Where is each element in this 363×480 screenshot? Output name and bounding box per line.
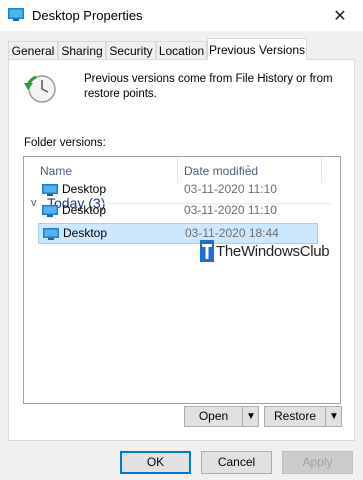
description-text: Previous versions come from File History…	[84, 73, 333, 100]
tab-previous-versions-label: Previous Versions	[208, 43, 306, 57]
button-divider	[242, 407, 243, 426]
cancel-label: Cancel	[217, 455, 256, 469]
desktop-folder-icon	[43, 228, 59, 240]
ok-button[interactable]: OK	[120, 451, 191, 474]
chevron-down-icon: v	[31, 197, 37, 209]
apply-label: Apply	[302, 455, 333, 469]
windowsclub-logo-icon	[200, 240, 214, 262]
row-date: 03-11-2020 11:10	[184, 203, 277, 217]
watermark-text: TheWindowsClub	[216, 242, 330, 260]
folder-versions-label: Folder versions:	[24, 137, 106, 149]
row-date: 03-11-2020 11:10	[184, 182, 277, 196]
apply-button[interactable]: Apply	[282, 451, 353, 474]
desktop-folder-icon	[8, 8, 24, 21]
row-name: Desktop	[62, 182, 107, 196]
dropdown-arrow-icon[interactable]: ▼	[327, 407, 341, 426]
open-button[interactable]: Open ▼	[184, 406, 259, 427]
desktop-folder-icon	[42, 205, 58, 217]
tab-previous-versions[interactable]: Previous Versions	[207, 38, 307, 60]
versions-list[interactable]: Name ⌄ Date modified v Today (3) Desktop…	[23, 156, 341, 404]
open-label: Open	[198, 409, 229, 423]
tab-security[interactable]: Security	[106, 41, 156, 59]
close-button[interactable]: ✕	[317, 0, 363, 31]
restore-button[interactable]: Restore ▼	[264, 406, 342, 427]
dropdown-arrow-icon[interactable]: ▼	[244, 407, 258, 426]
tab-general-label: General	[11, 44, 55, 58]
close-icon: ✕	[333, 7, 347, 25]
watermark: TheWindowsClub	[200, 236, 350, 266]
tab-sharing-label: Sharing	[61, 44, 103, 58]
desktop-folder-icon	[42, 184, 58, 196]
tab-location-label: Location	[158, 44, 205, 58]
restore-label: Restore	[273, 409, 317, 423]
row-name: Desktop	[63, 226, 108, 240]
tab-security-label: Security	[109, 44, 153, 58]
column-separator[interactable]	[321, 157, 322, 183]
list-item[interactable]: Desktop 03-11-2020 11:10	[38, 179, 318, 200]
history-clock-icon	[24, 75, 56, 103]
ok-label: OK	[146, 455, 165, 469]
tab-sharing[interactable]: Sharing	[58, 41, 106, 59]
window-title: Desktop Properties	[32, 8, 143, 23]
button-divider	[325, 407, 326, 426]
tab-strip: General Sharing Security Location Previo…	[0, 38, 363, 60]
tab-location[interactable]: Location	[156, 41, 207, 59]
list-item[interactable]: Desktop 03-11-2020 11:10	[38, 200, 318, 221]
tab-general[interactable]: General	[8, 41, 58, 59]
row-name: Desktop	[62, 203, 107, 217]
title-bar: Desktop Properties ✕	[0, 0, 363, 31]
cancel-button[interactable]: Cancel	[201, 451, 272, 474]
